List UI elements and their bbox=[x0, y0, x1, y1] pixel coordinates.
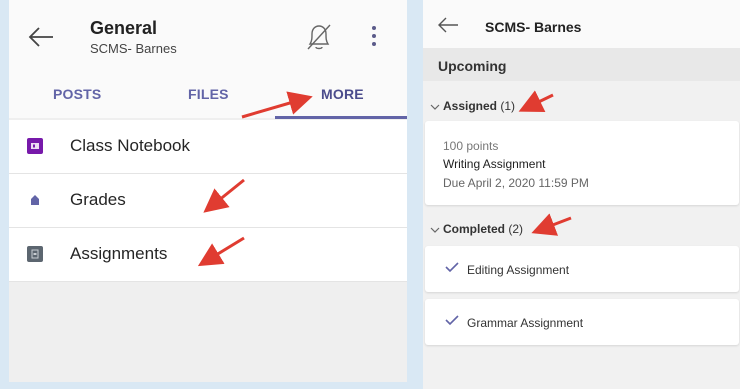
assigned-count: (1) bbox=[500, 99, 516, 113]
grades-icon bbox=[27, 192, 43, 208]
notifications-off-icon[interactable] bbox=[305, 22, 333, 52]
back-arrow-icon[interactable] bbox=[27, 26, 55, 48]
completed-section-toggle[interactable]: Completed (2) bbox=[430, 222, 523, 236]
list-item-class-notebook[interactable]: Class Notebook bbox=[9, 120, 407, 174]
tab-files[interactable]: FILES bbox=[188, 86, 229, 102]
list-item-assignments[interactable]: Assignments bbox=[9, 228, 407, 282]
list-item-grades[interactable]: Grades bbox=[9, 174, 407, 228]
back-arrow-icon[interactable] bbox=[437, 17, 459, 33]
assignments-pane: SCMS- Barnes Upcoming Assigned (1) 100 p… bbox=[423, 0, 740, 389]
active-tab-indicator bbox=[275, 116, 407, 119]
assigned-label: Assigned bbox=[443, 99, 498, 113]
item-label: Assignments bbox=[70, 244, 168, 263]
item-label: Class Notebook bbox=[70, 136, 191, 155]
item-label: Grades bbox=[70, 190, 126, 209]
upcoming-label: Upcoming bbox=[438, 58, 507, 74]
checkmark-icon bbox=[445, 262, 459, 273]
channel-title: General bbox=[90, 18, 158, 38]
checkmark-icon bbox=[445, 315, 459, 326]
assignment-due-date: Due April 2, 2020 11:59 PM bbox=[443, 176, 589, 190]
chevron-down-icon bbox=[430, 227, 440, 233]
assigned-section-toggle[interactable]: Assigned (1) bbox=[430, 99, 515, 113]
assignment-card-writing[interactable]: 100 points Writing Assignment Due April … bbox=[425, 121, 739, 205]
channel-more-pane: General SCMS- Barnes POSTS FILES MORE Cl… bbox=[9, 0, 407, 382]
completed-item-label: Grammar Assignment bbox=[467, 316, 584, 330]
more-options-icon[interactable] bbox=[371, 26, 377, 48]
team-name: SCMS- Barnes bbox=[90, 41, 177, 56]
assignments-icon bbox=[27, 246, 43, 262]
upcoming-section-bar: Upcoming bbox=[423, 48, 740, 81]
completed-item-label: Editing Assignment bbox=[467, 263, 570, 277]
tab-more[interactable]: MORE bbox=[321, 86, 364, 102]
assignments-header: SCMS- Barnes bbox=[423, 0, 740, 48]
team-title: SCMS- Barnes bbox=[485, 19, 582, 35]
channel-header: General SCMS- Barnes POSTS FILES MORE bbox=[9, 0, 407, 119]
onenote-icon bbox=[27, 138, 43, 154]
completed-item-grammar[interactable]: Grammar Assignment bbox=[425, 299, 739, 345]
tab-posts[interactable]: POSTS bbox=[53, 86, 101, 102]
completed-label: Completed bbox=[443, 222, 506, 236]
completed-count: (2) bbox=[508, 222, 524, 236]
assignment-points: 100 points bbox=[443, 139, 499, 153]
completed-item-editing[interactable]: Editing Assignment bbox=[425, 246, 739, 292]
assignment-name: Writing Assignment bbox=[443, 157, 546, 171]
chevron-down-icon bbox=[430, 104, 440, 110]
